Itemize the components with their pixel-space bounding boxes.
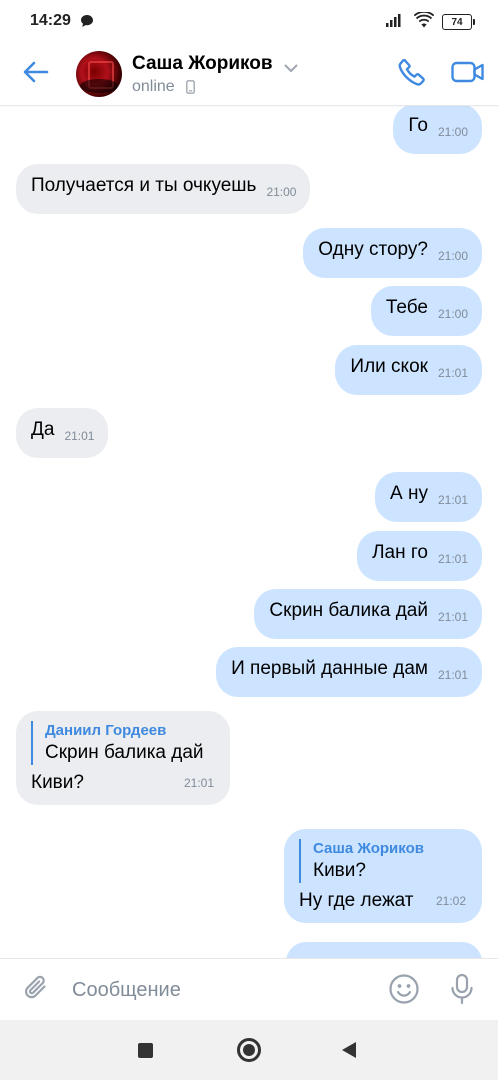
message-outgoing[interactable]: И первый данные дам 21:01 — [216, 647, 482, 697]
reply-quote[interactable]: Даниил Гордеев Скрин балика дай — [31, 721, 214, 765]
message-text: А ну — [390, 483, 428, 504]
home-icon[interactable] — [237, 1038, 261, 1062]
status-time: 14:29 — [30, 12, 71, 29]
back-arrow-icon — [23, 60, 49, 89]
message-time: 21:01 — [437, 668, 468, 682]
message-text: Или скок — [350, 356, 428, 377]
message-time: 21:01 — [437, 493, 468, 507]
message-time: 21:01 — [183, 776, 214, 790]
chevron-down-icon[interactable] — [284, 60, 298, 78]
message-composer — [0, 958, 498, 1020]
paperclip-icon — [22, 973, 52, 1008]
message-time: 21:01 — [64, 429, 95, 443]
message-outgoing[interactable]: Или скок 21:01 — [335, 345, 482, 395]
back-button[interactable] — [20, 58, 52, 90]
message-time: 21:00 — [266, 185, 297, 199]
message-text: Лан го — [372, 542, 428, 563]
message-time: 21:01 — [437, 552, 468, 566]
message-time: 21:01 — [437, 366, 468, 380]
microphone-icon — [448, 973, 476, 1010]
signal-icon — [386, 13, 406, 32]
message-text: Киви? — [31, 772, 84, 793]
message-time: 21:00 — [437, 125, 468, 139]
message-list[interactable]: Го 21:00 Получается и ты очкуешь 21:00 Одн… — [0, 106, 498, 958]
message-incoming[interactable]: Получается и ты очкуешь 21:00 — [16, 164, 311, 214]
message-text: Тебе — [385, 297, 428, 318]
message-outgoing-reply[interactable]: Саша Жориков Киви? Ну где лежат 21:02 — [284, 829, 482, 923]
call-button[interactable] — [394, 56, 430, 92]
message-text: Одну стору? — [318, 239, 428, 260]
voice-message-button[interactable] — [444, 973, 480, 1009]
message-time: 21:00 — [437, 307, 468, 321]
emoji-button[interactable] — [386, 973, 422, 1009]
smile-icon — [388, 973, 420, 1010]
message-outgoing[interactable]: Лан го 21:01 — [357, 531, 482, 581]
message-outgoing[interactable]: Го 21:00 — [393, 106, 482, 154]
reply-text: Киви? — [313, 860, 366, 881]
reply-text: Скрин балика дай — [45, 742, 204, 763]
chat-icon — [80, 14, 94, 33]
battery-level: 74 — [451, 16, 463, 28]
chat-header: Саша Жориков online — [0, 44, 498, 106]
message-outgoing-partial[interactable] — [286, 942, 482, 958]
message-text: Получается и ты очкуешь — [31, 175, 257, 196]
reply-author: Даниил Гордеев — [45, 722, 167, 739]
message-time: 21:00 — [437, 249, 468, 263]
message-text: Го — [408, 115, 428, 136]
video-camera-icon — [451, 60, 485, 89]
avatar[interactable] — [76, 51, 122, 97]
battery-icon: 74 — [442, 14, 475, 30]
message-text: Ну где лежат — [299, 890, 414, 911]
phone-icon — [397, 57, 427, 92]
message-incoming[interactable]: Да 21:01 — [16, 408, 109, 458]
system-navigation-bar — [0, 1020, 498, 1080]
status-bar: 14:29 74 — [0, 0, 498, 44]
attach-button[interactable] — [20, 973, 54, 1007]
status-indicators: 74 — [386, 10, 475, 33]
message-outgoing[interactable]: Тебе 21:00 — [370, 286, 482, 336]
reply-author: Саша Жориков — [313, 840, 424, 857]
message-time: 21:01 — [437, 610, 468, 624]
message-outgoing[interactable]: А ну 21:01 — [375, 472, 482, 522]
message-outgoing[interactable]: Скрин балика дай 21:01 — [254, 589, 482, 639]
wifi-icon — [413, 10, 435, 33]
peer-name[interactable]: Саша Жориков — [132, 53, 273, 75]
message-input[interactable] — [72, 975, 372, 1005]
mobile-phone-icon — [186, 80, 195, 99]
message-outgoing[interactable]: Одну стору? 21:00 — [303, 228, 482, 278]
nav-back-icon[interactable] — [342, 1042, 356, 1058]
message-text: И первый данные дам — [231, 658, 428, 679]
recent-apps-icon[interactable] — [138, 1043, 153, 1058]
peer-status: online — [132, 78, 175, 95]
message-time: 21:02 — [435, 894, 466, 908]
message-incoming-reply[interactable]: Даниил Гордеев Скрин балика дай Киви? 21… — [16, 711, 230, 805]
video-call-button[interactable] — [448, 56, 488, 92]
message-text: Скрин балика дай — [269, 600, 428, 621]
reply-quote[interactable]: Саша Жориков Киви? — [299, 839, 466, 883]
message-text: Да — [31, 419, 55, 440]
